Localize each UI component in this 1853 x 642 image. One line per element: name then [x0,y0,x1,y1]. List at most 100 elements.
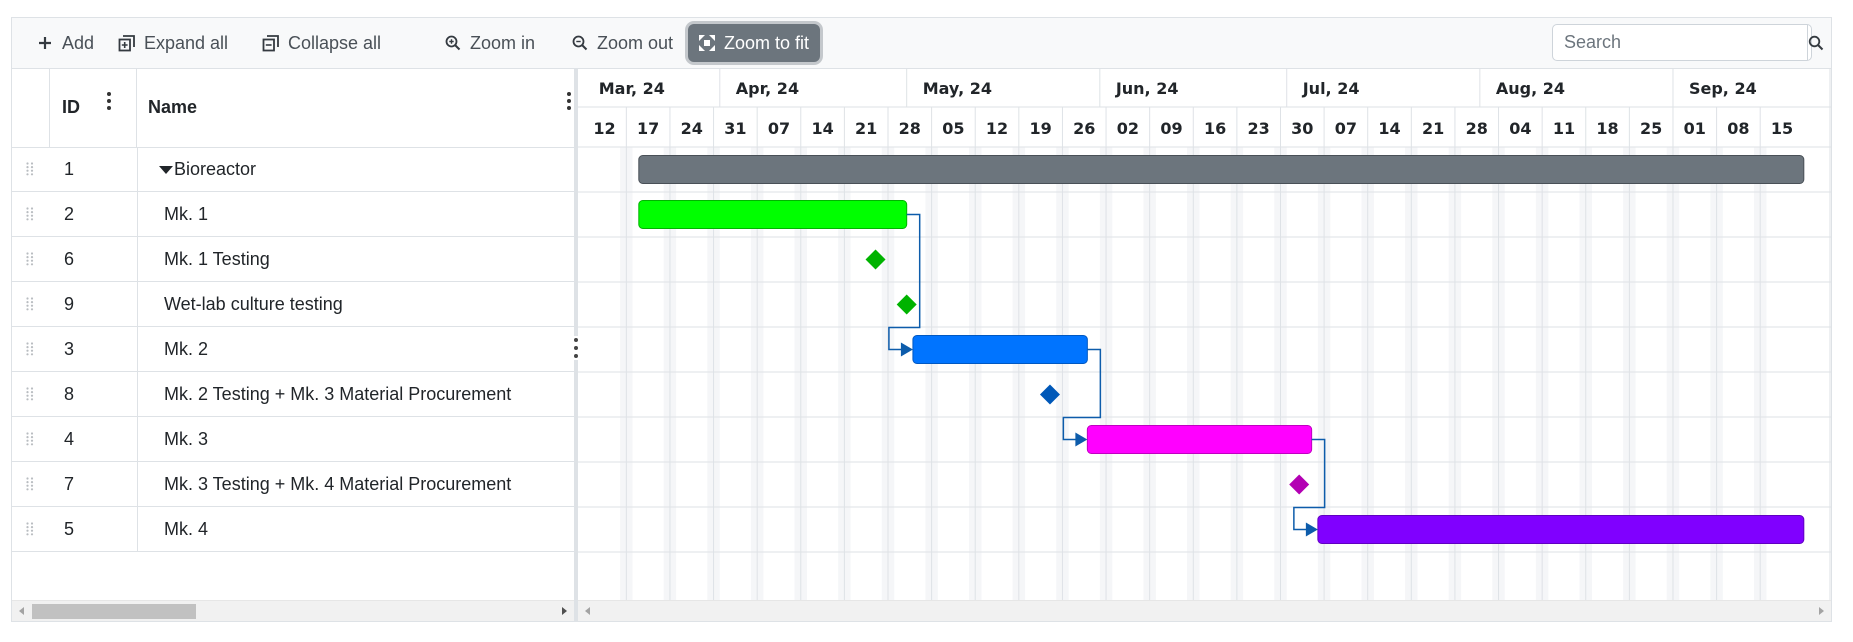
zoom-out-button[interactable]: Zoom out [561,24,683,62]
plus-icon [39,37,51,49]
table-row[interactable]: 4 Mk. 3 [12,417,574,462]
table-row[interactable]: 9 Wet-lab culture testing [12,282,574,327]
table-row[interactable]: 5 Mk. 4 [12,507,574,552]
drag-handle-icon[interactable] [26,252,34,266]
task-id: 2 [64,204,75,224]
week-label: 12 [986,119,1008,138]
task-name[interactable]: Mk. 2 Testing + Mk. 3 Material Procureme… [164,372,511,416]
task-name[interactable]: Mk. 3 [164,417,208,461]
milestone-7[interactable] [1289,474,1310,495]
week-label: 21 [855,119,877,138]
summary-bar-1[interactable] [638,155,1805,184]
task-id: 5 [64,519,75,539]
search-button[interactable] [1807,25,1824,60]
task-name[interactable]: Wet-lab culture testing [164,282,343,326]
column-divider [137,462,138,506]
week-label: 07 [1335,119,1357,138]
zoom-in-button[interactable]: Zoom in [434,24,545,62]
week-label: 05 [942,119,964,138]
week-label: 02 [1117,119,1139,138]
week-label: 23 [1248,119,1270,138]
chart-horizontal-scrollbar[interactable] [578,600,1831,621]
task-bar-4[interactable] [1086,425,1313,454]
milestone-9[interactable] [896,294,917,315]
task-name[interactable]: Mk. 1 Testing [164,237,270,281]
drag-handle-icon[interactable] [26,432,34,446]
task-bar-3[interactable] [912,335,1088,364]
scroll-right-icon[interactable] [562,607,567,615]
table-row[interactable]: 8 Mk. 2 Testing + Mk. 3 Material Procurem… [12,372,574,417]
id-column-header[interactable]: ID [50,68,137,147]
month-label: Apr, 24 [736,79,799,98]
week-label: 24 [681,119,703,138]
drag-handle-icon[interactable] [26,297,34,311]
grid-horizontal-scrollbar[interactable] [12,600,574,621]
month-label: Aug, 24 [1496,79,1565,98]
add-button[interactable]: Add [26,24,104,62]
zoom-in-icon [445,35,461,51]
task-name[interactable]: Mk. 2 [164,327,208,371]
zoom-out-label: Zoom out [597,32,674,53]
drag-handle-icon[interactable] [26,342,34,356]
drag-handle-icon[interactable] [26,207,34,221]
week-label: 14 [1378,119,1400,138]
week-label: 04 [1509,119,1531,138]
drag-handle-icon[interactable] [26,162,34,176]
grid-scrollbar-thumb[interactable] [32,604,196,619]
zoom-to-fit-icon [699,35,715,51]
week-label: 30 [1291,119,1313,138]
task-name[interactable]: Mk. 3 Testing + Mk. 4 Material Procureme… [164,462,511,506]
task-bar-2[interactable] [638,200,908,229]
week-label: 21 [1422,119,1444,138]
month-label: Jun, 24 [1115,79,1179,98]
expand-all-icon [118,35,135,52]
table-row[interactable]: 6 Mk. 1 Testing [12,237,574,282]
task-name[interactable]: Mk. 1 [164,192,208,236]
table-row[interactable]: 3 Mk. 2 [12,327,574,372]
search-icon [1808,35,1824,50]
drag-handle-icon[interactable] [26,522,34,536]
task-id: 3 [64,339,75,359]
collapse-all-button[interactable]: Collapse all [252,24,391,62]
name-column-header[interactable]: Name [137,68,574,147]
week-label: 08 [1727,119,1749,138]
week-label: 19 [1030,119,1052,138]
month-label: Jul, 24 [1302,79,1360,98]
task-bar-5[interactable] [1317,515,1805,544]
task-id: 4 [64,429,75,449]
id-header-label: ID [62,97,80,117]
name-header-label: Name [148,97,198,117]
expand-all-button[interactable]: Expand all [108,24,238,62]
week-label: 09 [1160,119,1182,138]
grid-rows: 1 Bioreactor 2 Mk. 1 6 Mk. 1 Testing 9 Wet-lab … [12,147,574,552]
week-label: 12 [593,119,615,138]
task-id: 6 [64,249,75,269]
table-row[interactable]: 7 Mk. 3 Testing + Mk. 4 Material Procurem… [12,462,574,507]
dependency-arrow-icon [1305,522,1318,537]
search-input[interactable] [1553,25,1807,60]
collapse-caret-icon[interactable] [159,166,173,174]
column-divider [137,147,138,191]
scroll-left-icon[interactable] [585,607,590,615]
task-name[interactable]: Bioreactor [174,147,256,191]
drag-handle-icon[interactable] [26,477,34,491]
week-label: 28 [899,119,921,138]
table-row[interactable]: 2 Mk. 1 [12,192,574,237]
name-column-menu-icon[interactable] [566,92,572,110]
drag-handle-icon[interactable] [26,387,34,401]
id-column-menu-icon[interactable] [106,92,112,110]
task-name[interactable]: Mk. 4 [164,507,208,551]
week-label: 18 [1596,119,1618,138]
scroll-right-icon[interactable] [1819,607,1824,615]
timeline-svg: 12 17 24 31 07 14 21 28 05 12 19 26 02 09 16 23 30 07 14 21… [578,68,1831,602]
zoom-to-fit-button[interactable]: Zoom to fit [688,24,820,62]
table-row[interactable]: 1 Bioreactor [12,147,574,192]
search-box [1552,24,1824,61]
dependency-arrow-icon [1075,432,1088,447]
scroll-left-icon[interactable] [19,607,24,615]
week-label: 07 [768,119,790,138]
week-label: 17 [637,119,659,138]
gantt-chart: Add Expand all Collapse all Zoom in Zoom… [11,17,1832,622]
column-divider [137,507,138,551]
drag-column-header [12,68,50,147]
